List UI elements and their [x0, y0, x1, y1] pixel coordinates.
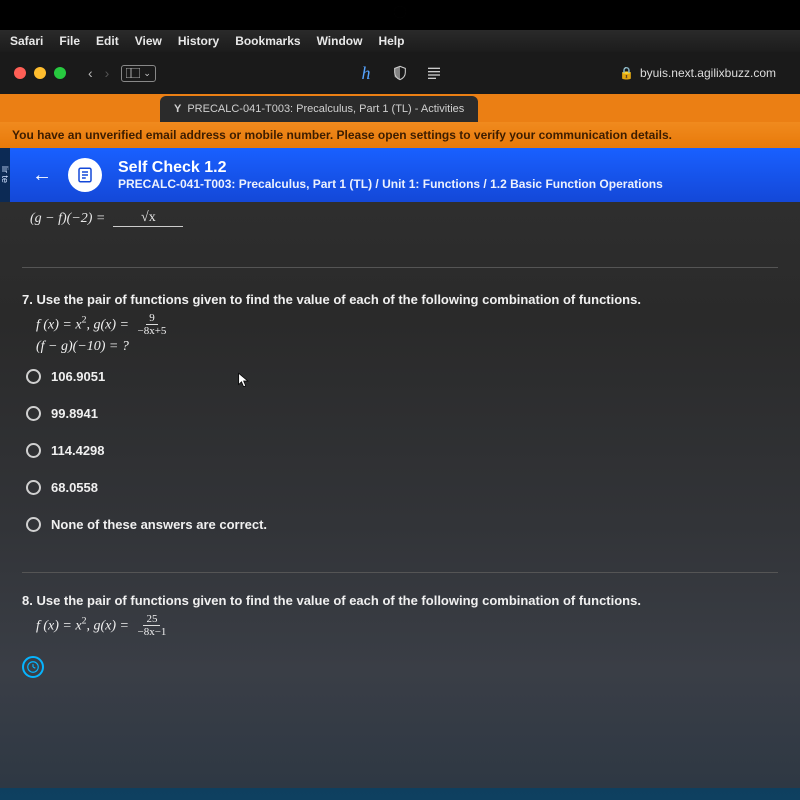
q7-f-prefix: f (x) = x — [36, 317, 82, 332]
prev-expr: (g − f)(−2) = — [30, 211, 105, 227]
webcam-dot — [394, 6, 406, 18]
frac-den: −8x−1 — [135, 626, 170, 638]
previous-question-fragment: (g − f)(−2) = √x — [22, 210, 778, 227]
chevron-down-icon: ⌄ — [143, 68, 151, 79]
q7-option-e[interactable]: None of these answers are correct. — [26, 517, 778, 532]
q8-f-prefix: f (x) = x — [36, 618, 82, 633]
extension-h-icon[interactable]: h — [358, 65, 374, 81]
q7-f-mid: , g(x) = — [87, 317, 133, 332]
tab-strip: Y PRECALC-041-T003: Precalculus, Part 1 … — [0, 94, 800, 122]
quiz-content: (g − f)(−2) = √x 7. Use the pair of func… — [0, 202, 800, 788]
prev-answer-blank[interactable]: √x — [113, 210, 183, 227]
q8-g-fraction: 25−8x−1 — [135, 614, 170, 638]
radio-icon — [26, 369, 41, 384]
lock-icon: 🔒 — [619, 66, 634, 80]
url-text: byuis.next.agilixbuzz.com — [640, 66, 776, 80]
frac-num: 25 — [143, 614, 160, 626]
back-arrow-button[interactable]: ← — [32, 164, 52, 187]
toolbar-center-icons: h — [358, 65, 442, 81]
q8-functions: f (x) = x2, g(x) = 25−8x−1 — [36, 614, 778, 638]
browser-toolbar: ‹ › ⌄ h 🔒 byuis.next.agilixbuzz.com — [0, 52, 800, 94]
option-label: 106.9051 — [51, 369, 105, 384]
q7-functions: f (x) = x2, g(x) = 9−8x+5 — [36, 313, 778, 337]
option-label: None of these answers are correct. — [51, 517, 267, 532]
window-controls — [14, 67, 66, 79]
tab-title: PRECALC-041-T003: Precalculus, Part 1 (T… — [187, 103, 464, 115]
frac-num: 9 — [146, 313, 158, 325]
menu-view[interactable]: View — [135, 34, 162, 48]
page-title: Self Check 1.2 — [118, 159, 663, 177]
menu-window[interactable]: Window — [317, 34, 363, 48]
q7-option-c[interactable]: 114.4298 — [26, 443, 778, 458]
left-cutoff-text: lir te — [0, 148, 10, 202]
minimize-window-button[interactable] — [34, 67, 46, 79]
radio-icon — [26, 480, 41, 495]
menu-edit[interactable]: Edit — [96, 34, 119, 48]
option-label: 99.8941 — [51, 406, 98, 421]
browser-tab-active[interactable]: Y PRECALC-041-T003: Precalculus, Part 1 … — [160, 96, 478, 122]
frac-den: −8x+5 — [135, 325, 170, 337]
menu-help[interactable]: Help — [378, 34, 404, 48]
breadcrumb: PRECALC-041-T003: Precalculus, Part 1 (T… — [118, 177, 663, 191]
q7-option-b[interactable]: 99.8941 — [26, 406, 778, 421]
menu-bookmarks[interactable]: Bookmarks — [235, 34, 300, 48]
macos-menubar: Safari File Edit View History Bookmarks … — [0, 30, 800, 52]
radio-icon — [26, 443, 41, 458]
radio-icon — [26, 406, 41, 421]
menu-safari[interactable]: Safari — [10, 34, 43, 48]
tab-favicon: Y — [174, 103, 181, 115]
assignment-list-icon[interactable] — [68, 158, 102, 192]
option-label: 114.4298 — [51, 443, 105, 458]
forward-button: › — [105, 65, 110, 81]
q7-option-d[interactable]: 68.0558 — [26, 480, 778, 495]
question-7: 7. Use the pair of functions given to fi… — [22, 292, 778, 532]
q7-option-a[interactable]: 106.9051 — [26, 369, 778, 384]
question-divider — [22, 267, 778, 268]
course-header: lir te ← Self Check 1.2 PRECALC-041-T003… — [0, 148, 800, 202]
warning-banner: You have an unverified email address or … — [0, 122, 800, 148]
zoom-window-button[interactable] — [54, 67, 66, 79]
shield-icon[interactable] — [392, 65, 408, 81]
q7-g-fraction: 9−8x+5 — [135, 313, 170, 337]
timer-icon[interactable] — [22, 656, 44, 678]
bezel — [0, 0, 800, 30]
back-button[interactable]: ‹ — [88, 65, 93, 81]
question-8: 8. Use the pair of functions given to fi… — [22, 593, 778, 638]
q8-prompt: 8. Use the pair of functions given to fi… — [22, 593, 778, 608]
q7-prompt: 7. Use the pair of functions given to fi… — [22, 292, 778, 307]
menu-history[interactable]: History — [178, 34, 219, 48]
q7-options: 106.9051 99.8941 114.4298 68.0558 None o… — [26, 369, 778, 532]
question-divider-2 — [22, 572, 778, 573]
q7-eval: (f − g)(−10) = ? — [36, 339, 778, 355]
reader-icon[interactable] — [426, 65, 442, 81]
address-bar[interactable]: 🔒 byuis.next.agilixbuzz.com — [619, 66, 776, 80]
option-label: 68.0558 — [51, 480, 98, 495]
sidebar-icon — [126, 68, 140, 78]
menu-file[interactable]: File — [59, 34, 80, 48]
close-window-button[interactable] — [14, 67, 26, 79]
radio-icon — [26, 517, 41, 532]
q8-f-mid: , g(x) = — [87, 618, 133, 633]
course-titles: Self Check 1.2 PRECALC-041-T003: Precalc… — [118, 159, 663, 191]
sidebar-toggle[interactable]: ⌄ — [121, 65, 156, 82]
